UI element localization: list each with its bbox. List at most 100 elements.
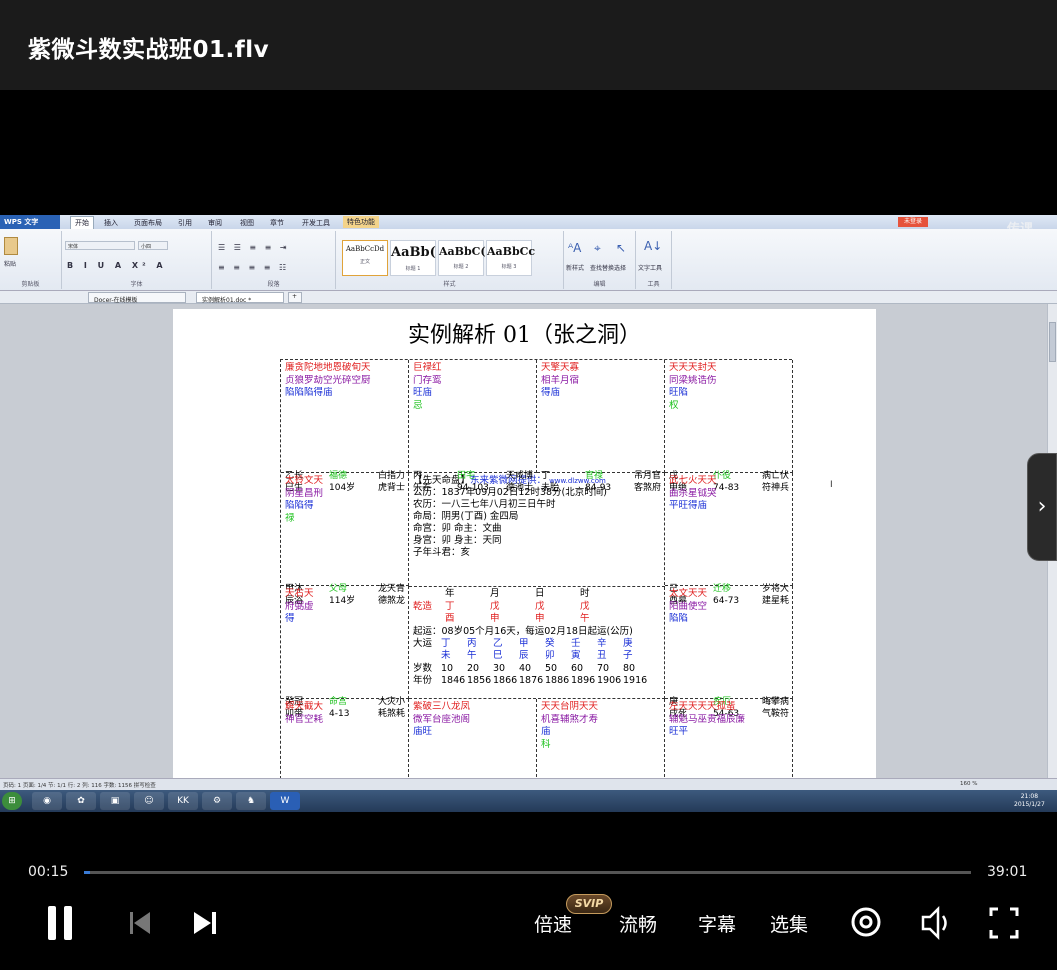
doc-tab-current[interactable]: 实例解析01.doc *	[196, 292, 284, 304]
danmaku-icon[interactable]	[849, 900, 883, 946]
palace-star-line: 权	[669, 399, 679, 411]
pause-button[interactable]	[46, 900, 76, 946]
palace-cell: 太铃文天 阴星昌刑 陷陷得禄甲沐 辰浴 父母 114岁 龙天青 德煞龙	[281, 473, 409, 606]
palace-star-line: 太文天天	[669, 588, 708, 599]
palace-star-line: 同梁姚诰伤	[669, 374, 717, 386]
video-frame[interactable]: WPS 文字 开始 插入 页面布局 引用 审阅 视图 章节 开发工具 特色功能 …	[0, 215, 1057, 812]
palace-star-line: 阴星昌刑	[285, 487, 324, 499]
speed-button[interactable]: 倍速	[534, 910, 572, 937]
center-info: 公历：1837年09月02日12时38分(北京时间) 农历：一八三七年八月初三日午…	[413, 487, 660, 559]
tab-developer[interactable]: 开发工具	[302, 218, 330, 228]
game-icon[interactable]: ♞	[236, 792, 266, 810]
network-icon[interactable]: ⚙	[202, 792, 232, 810]
next-video-button[interactable]: ›	[1027, 453, 1057, 561]
select-button[interactable]: 选择	[614, 263, 626, 272]
zoom-level[interactable]: 160 %	[960, 781, 977, 787]
styles-label: 样式	[443, 281, 456, 288]
text-cursor-icon: I	[830, 480, 833, 490]
app-icon[interactable]: ☺	[134, 792, 164, 810]
palace-star-line: 得	[285, 613, 295, 624]
previous-icon[interactable]	[128, 900, 152, 946]
chart-center: 【先天命盘】东来紫微网提供： www.dlzww.com 公历：1837年09月…	[409, 473, 665, 699]
palace-cell: 武七火天天 曲杀星钺哭 平旺得庙己酉墓 迁移 64-73 岁将大 建星耗	[665, 473, 793, 606]
find-replace-icon[interactable]: ⌖	[594, 241, 601, 256]
style-normal[interactable]: AaBbCcDd 正文	[342, 240, 388, 276]
folder-icon[interactable]: ▣	[100, 792, 130, 810]
tab-review[interactable]: 审阅	[208, 218, 222, 228]
kk-icon[interactable]: KK	[168, 792, 198, 810]
palace-cell: 天天天封天 同梁姚诰伤 旺陷权戊申绝 仆役 74-83 病亡伏 符神兵	[665, 360, 793, 493]
align-icons[interactable]: ≡ ≡ ≡ ≡ ☷	[218, 263, 289, 272]
palace-star-line: 庙	[541, 726, 551, 737]
paste-icon[interactable]	[4, 237, 18, 255]
palace-star-line: 忌	[413, 399, 423, 411]
document-page[interactable]: 实例解析 01（张之洞） 【先天命盘】东来紫微网提供： www.dlzww.co…	[173, 309, 876, 812]
palace-star-line: 微军台座池阁	[413, 713, 471, 725]
progress-fill	[84, 871, 90, 874]
tab-chapter[interactable]: 章节	[270, 218, 284, 228]
center-info-line: 命局：阴男(丁酉) 金四局	[413, 511, 519, 522]
document-title: 实例解析 01（张之洞）	[408, 323, 641, 348]
subtitles-button[interactable]: 字幕	[698, 910, 736, 937]
style-heading-2[interactable]: AaBbC( 标题 2	[438, 240, 486, 276]
new-tab-button[interactable]: +	[288, 292, 302, 303]
font-size-select[interactable]: 小四	[138, 241, 168, 250]
text-tools-button[interactable]: 文字工具	[638, 263, 662, 272]
tab-features[interactable]: 特色功能	[343, 216, 379, 228]
tab-insert[interactable]: 插入	[104, 218, 118, 228]
palace-star-line: 左天天天天孤蜚	[669, 701, 736, 712]
new-style-button[interactable]: 新样式	[566, 263, 584, 272]
center-info-line: 命宫：卯 命主：文曲	[413, 523, 502, 534]
total-time: 39:01	[987, 864, 1028, 880]
center-info-line: 公历：1837年09月02日12时38分(北京时间)	[413, 487, 607, 498]
edit-label: 编辑	[593, 281, 606, 288]
font-name-select[interactable]: 宋体	[65, 241, 135, 250]
tab-page-layout[interactable]: 页面布局	[134, 218, 162, 228]
palace-star-line: 陷陷陷得庙	[285, 387, 333, 398]
palace-star-line: 平旺得庙	[669, 500, 708, 511]
start-icon[interactable]: ⊞	[2, 792, 22, 810]
palace-star-line: 旺陷	[669, 387, 689, 398]
select-icon[interactable]: ↖	[616, 241, 626, 255]
palace-star-line: 得庙	[541, 387, 561, 398]
font-format-icons[interactable]: B I U A X² A	[67, 261, 167, 270]
palace-cell: 巨禄红 门存鸾 旺庙忌丙午养 田宅 94-103 天咸博 德池士	[409, 360, 537, 493]
palace-star-line: 机喜辅煞才寿	[541, 713, 599, 725]
quality-button[interactable]: 流畅	[619, 910, 657, 937]
new-style-icon[interactable]: ᴬA	[568, 241, 581, 255]
edit-group: ᴬA 新样式 ⌖ 查找替换 ↖ 选择 编辑	[564, 231, 636, 289]
pillar-stems: 乾造丁戊戊戊	[413, 600, 590, 612]
episodes-button[interactable]: 选集	[770, 910, 808, 937]
style-heading-1[interactable]: AaBb( 标题 1	[390, 240, 436, 276]
clipboard-label: 剪贴板	[21, 281, 40, 288]
next-icon[interactable]	[192, 900, 218, 946]
scroll-thumb[interactable]	[1049, 322, 1056, 362]
palace-name: 田宅 94-103	[457, 471, 489, 493]
pillar-branches: 酉申申午	[445, 613, 590, 624]
palace-cell: 太文天天 阳曲使空 陷陷庚戌死 疾厄 54-63 晦攀病 气鞍符	[665, 586, 793, 719]
tab-start[interactable]: 开始	[70, 216, 94, 230]
paste-button[interactable]: 粘贴	[4, 259, 16, 268]
tab-view[interactable]: 视图	[240, 218, 254, 228]
progress-bar[interactable]	[84, 871, 971, 874]
tab-references[interactable]: 引用	[178, 218, 192, 228]
palace-star-line: 辅魁马巫贵福辰廉	[669, 713, 746, 725]
palace-star-line: 府弼虚	[285, 600, 314, 612]
text-tools-icon[interactable]: A↓	[644, 239, 662, 253]
browser-icon[interactable]: ✿	[66, 792, 96, 810]
style-heading-3[interactable]: AaBbCc 标题 3	[486, 240, 535, 276]
wps-app-menu[interactable]: WPS 文字	[0, 215, 60, 229]
wps-ribbon: 粘贴 剪贴板 宋体 小四 B I U A X² A 字体 ☰ ☰ ≡ ≡ ⇥ ≡…	[0, 229, 1057, 291]
wps-icon[interactable]: W	[270, 792, 300, 810]
palace-star-line: 曲杀星钺哭	[669, 487, 717, 499]
tools-label: 工具	[647, 281, 660, 288]
center-pillars: 年月日时乾造丁戊戊戊酉申申午起运：08岁05个月16天，每运02月18日起运(公…	[413, 588, 662, 688]
chrome-icon[interactable]: ◉	[32, 792, 62, 810]
paragraph-icons[interactable]: ☰ ☰ ≡ ≡ ⇥	[218, 243, 290, 252]
dayun-years: 年份 1846 1856 1866 1876 1886 1896 1906 1916	[413, 675, 648, 686]
doc-tab-docer[interactable]: Docer-在线模板	[88, 292, 186, 304]
login-button[interactable]: 未登录	[898, 217, 928, 227]
find-replace-button[interactable]: 查找替换	[590, 263, 614, 272]
fullscreen-icon[interactable]	[988, 900, 1020, 946]
volume-icon[interactable]	[920, 900, 954, 946]
